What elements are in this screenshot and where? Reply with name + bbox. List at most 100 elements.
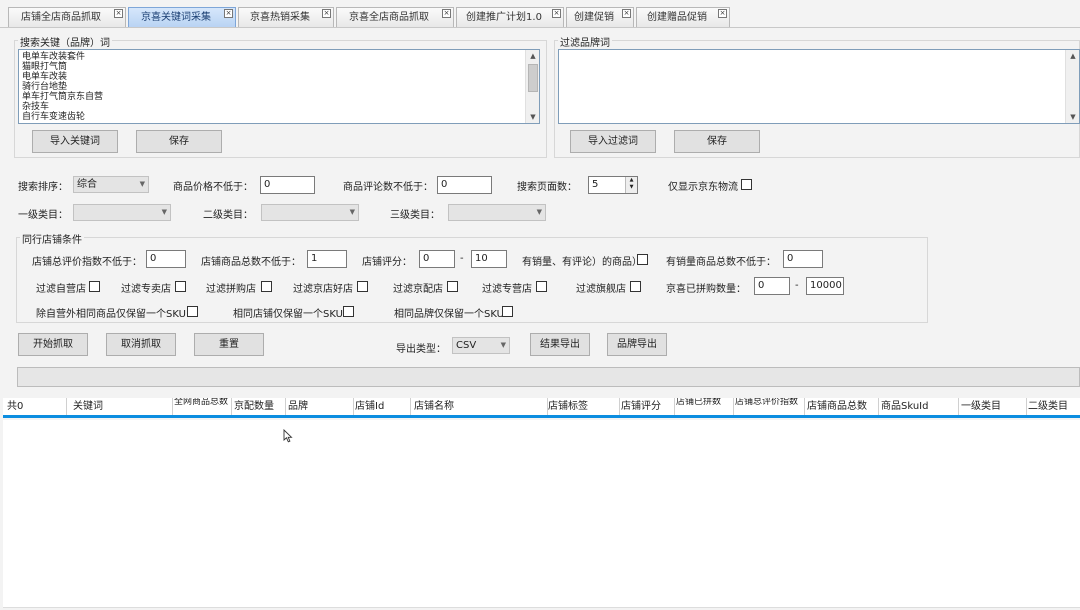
filter-exclusive-label: 过滤专卖店: [121, 284, 171, 295]
reset-button[interactable]: 重置: [194, 333, 264, 356]
cat2-select[interactable]: ▼: [261, 204, 359, 221]
filter-jd-delivery-checkbox[interactable]: [447, 281, 458, 292]
scroll-thumb[interactable]: [528, 64, 538, 92]
filter-pingou-checkbox[interactable]: [261, 281, 272, 292]
export-brands-button[interactable]: 品牌导出: [607, 333, 667, 356]
tab-store-all-goods[interactable]: 店铺全店商品抓取 ×: [8, 7, 126, 27]
keyword-list-item[interactable]: 杂技车: [22, 102, 536, 112]
column-header-keyword[interactable]: 关键词: [73, 398, 173, 415]
filter-flagship-checkbox[interactable]: [630, 281, 641, 292]
score-index-input[interactable]: 0: [146, 250, 186, 268]
close-icon[interactable]: ×: [114, 9, 123, 18]
filter-specialty-checkbox[interactable]: [536, 281, 547, 292]
column-header-cat1[interactable]: 一级类目: [961, 398, 1027, 415]
chevron-down-icon: ▼: [139, 180, 145, 188]
total-goods-input[interactable]: 1: [307, 250, 347, 268]
tab-label: 创建促销: [574, 12, 614, 23]
column-header-shop-id[interactable]: 店铺Id: [355, 398, 411, 415]
keyword-list-item[interactable]: 猫眼打气筒: [22, 62, 536, 72]
keyword-list-item[interactable]: 骑行台地垫: [22, 82, 536, 92]
tab-jx-store-all-goods[interactable]: 京喜全店商品抓取 ×: [336, 7, 454, 27]
cat1-select[interactable]: ▼: [73, 204, 171, 221]
keep-one-except-self-label: 除自营外相同商品仅保留一个SKU: [36, 309, 186, 320]
jx-bought-min-input[interactable]: 0: [754, 277, 790, 295]
start-crawl-button[interactable]: 开始抓取: [18, 333, 88, 356]
keep-one-same-shop-checkbox[interactable]: [343, 306, 354, 317]
tab-create-promotion[interactable]: 创建促销 ×: [566, 7, 634, 27]
close-icon[interactable]: ×: [718, 9, 727, 18]
filter-jd-good-checkbox[interactable]: [357, 281, 368, 292]
reviews-input[interactable]: 0: [437, 176, 492, 194]
keyword-list-item[interactable]: 电单车改装: [22, 72, 536, 82]
keywords-listbox[interactable]: 电单车改装套件 猫眼打气筒 电单车改装 骑行台地垫 单车打气筒京东自营 杂技车 自行车变速齿…: [18, 49, 540, 124]
scroll-down-icon[interactable]: ▼: [526, 111, 539, 123]
export-results-button[interactable]: 结果导出: [530, 333, 590, 356]
tab-jx-hot-collect[interactable]: 京喜热销采集 ×: [238, 7, 334, 27]
keep-one-same-shop-label: 相同店铺仅保留一个SKU: [233, 309, 343, 320]
filter-specialty-label: 过滤专营店: [482, 284, 532, 295]
keyword-list-item[interactable]: 单车打气筒京东自营: [22, 92, 536, 102]
tab-jx-keyword-collect[interactable]: 京喜关键词采集 ×: [128, 7, 236, 27]
filter-scrollbar[interactable]: ▲ ▼: [1065, 50, 1079, 123]
column-header-shop-name[interactable]: 店铺名称: [414, 398, 548, 415]
pages-stepper[interactable]: 5 ▲ ▼: [588, 176, 638, 194]
tab-label: 创建赠品促销: [647, 12, 707, 23]
column-header-shop-score-index[interactable]: 店铺总评价指数: [735, 398, 805, 415]
close-icon[interactable]: ×: [322, 9, 331, 18]
keywords-scrollbar[interactable]: ▲ ▼: [525, 50, 539, 123]
rating-label: 店铺评分：: [362, 257, 412, 268]
close-icon[interactable]: ×: [224, 9, 233, 18]
filter-pingou-label: 过滤拼购店: [206, 284, 256, 295]
close-icon[interactable]: ×: [552, 9, 561, 18]
results-grid-body[interactable]: [3, 420, 1080, 608]
keyword-list-item[interactable]: 电单车改装套件: [22, 52, 536, 62]
scroll-up-icon[interactable]: ▲: [526, 50, 539, 62]
filter-exclusive-checkbox[interactable]: [175, 281, 186, 292]
filter-self-checkbox[interactable]: [89, 281, 100, 292]
tab-create-promo-plan[interactable]: 创建推广计划1.0 ×: [456, 7, 564, 27]
sort-select[interactable]: 综合 ▼: [73, 176, 149, 193]
column-header-count[interactable]: 共0: [7, 398, 67, 415]
cat2-label: 二级类目：: [203, 210, 253, 221]
jd-logistics-checkbox[interactable]: [741, 179, 752, 190]
import-filter-button[interactable]: 导入过滤词: [570, 130, 656, 153]
column-header-shop-pinned[interactable]: 店铺已拼数: [676, 398, 734, 415]
close-icon[interactable]: ×: [622, 9, 631, 18]
cancel-crawl-button[interactable]: 取消抓取: [106, 333, 176, 356]
has-sales-checkbox[interactable]: [637, 254, 648, 265]
import-keywords-button[interactable]: 导入关键词: [32, 130, 118, 153]
filter-brands-listbox[interactable]: ▲ ▼: [558, 49, 1080, 124]
export-type-select[interactable]: CSV ▼: [452, 337, 510, 354]
rating-max-input[interactable]: 10: [471, 250, 507, 268]
jx-bought-dash: -: [795, 280, 799, 291]
spinner-arrows-icon[interactable]: ▲ ▼: [625, 177, 637, 193]
tab-create-gift-promotion[interactable]: 创建赠品促销 ×: [636, 7, 730, 27]
save-keywords-button[interactable]: 保存: [136, 130, 222, 153]
column-header-shop-goods-total[interactable]: 店铺商品总数: [807, 398, 879, 415]
cat3-select[interactable]: ▼: [448, 204, 546, 221]
column-header-cat2[interactable]: 二级类目: [1028, 398, 1080, 415]
save-filter-button[interactable]: 保存: [674, 130, 760, 153]
keep-one-same-brand-checkbox[interactable]: [502, 306, 513, 317]
scroll-up-icon[interactable]: ▲: [1066, 50, 1079, 62]
price-input[interactable]: 0: [260, 176, 315, 194]
scroll-down-icon[interactable]: ▼: [1066, 111, 1079, 123]
jx-bought-max-input[interactable]: 10000: [806, 277, 844, 295]
close-icon[interactable]: ×: [442, 9, 451, 18]
keywords-group-title: 搜索关键（品牌）词: [18, 34, 112, 49]
pages-label: 搜索页面数：: [517, 182, 577, 193]
sort-value: 综合: [77, 179, 97, 190]
keep-one-except-self-checkbox[interactable]: [187, 306, 198, 317]
sales-goods-input[interactable]: 0: [783, 250, 823, 268]
column-header-sku-id[interactable]: 商品SkuId: [881, 398, 959, 415]
results-grid-header: 共0 关键词 全网商品总数 京配数量 品牌 店铺Id 店铺名称 店铺标签 店铺评…: [3, 398, 1080, 418]
tab-bar: 店铺全店商品抓取 × 京喜关键词采集 × 京喜热销采集 × 京喜全店商品抓取 ×…: [0, 0, 1080, 28]
column-header-shop-tag[interactable]: 店铺标签: [548, 398, 620, 415]
column-header-jd-delivery[interactable]: 京配数量: [234, 398, 286, 415]
sort-label: 搜索排序：: [18, 182, 68, 193]
column-header-total-goods[interactable]: 全网商品总数: [174, 398, 232, 415]
column-header-brand[interactable]: 品牌: [288, 398, 354, 415]
keyword-list-item[interactable]: 自行车变速齿轮: [22, 112, 536, 122]
column-header-shop-rating[interactable]: 店铺评分: [621, 398, 675, 415]
rating-min-input[interactable]: 0: [419, 250, 455, 268]
